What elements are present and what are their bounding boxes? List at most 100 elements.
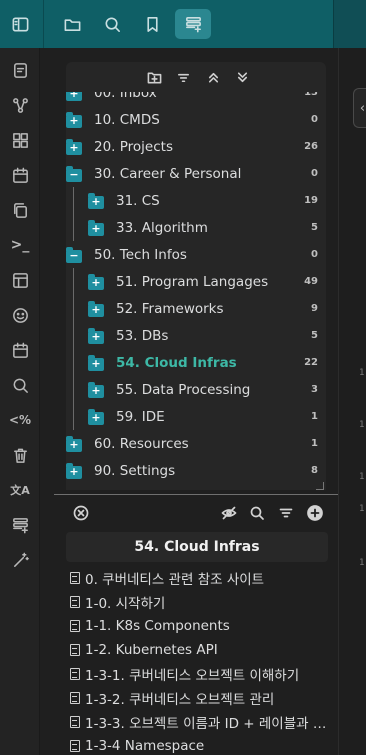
search-icon[interactable] bbox=[97, 9, 127, 39]
expand-all-icon[interactable] bbox=[203, 67, 223, 87]
file-icon bbox=[70, 595, 80, 608]
file-item[interactable]: 1-1. K8s Components bbox=[70, 614, 332, 637]
folder-row[interactable]: +10. CMDS 0 bbox=[66, 106, 326, 133]
regex-glyph: <% bbox=[8, 413, 32, 427]
file-icon bbox=[70, 691, 80, 704]
trash-icon[interactable] bbox=[8, 443, 32, 467]
dashboard-icon[interactable] bbox=[8, 128, 32, 152]
folder-row[interactable]: −50. Tech Infos 0 bbox=[66, 241, 326, 268]
new-folder-icon[interactable] bbox=[144, 67, 164, 87]
folder-open-icon[interactable]: − bbox=[66, 247, 82, 263]
folder-icon[interactable] bbox=[57, 9, 87, 39]
collapse-sidebar-button[interactable]: ‹ bbox=[353, 88, 366, 128]
calendar-alt-icon[interactable] bbox=[8, 338, 32, 362]
folder-row[interactable]: +53. DBs 5 bbox=[66, 322, 326, 349]
folder-icon[interactable]: + bbox=[66, 139, 82, 155]
folder-label: 30. Career & Personal bbox=[94, 165, 242, 182]
sidebar-toggle-icon[interactable] bbox=[5, 9, 35, 39]
folder-note-count: 5 bbox=[311, 330, 318, 341]
folder-icon[interactable]: + bbox=[88, 193, 104, 209]
file-item[interactable]: 1-3-4 Namespace bbox=[70, 734, 332, 755]
file-icon bbox=[70, 619, 80, 632]
collapse-all-icon[interactable] bbox=[232, 67, 252, 87]
folder-label: 33. Algorithm bbox=[116, 219, 208, 236]
folder-row[interactable]: +60. Resources 1 bbox=[66, 430, 326, 457]
line-number-mark: 1 bbox=[359, 420, 365, 430]
folder-note-count: 49 bbox=[304, 276, 318, 287]
emoji-icon[interactable] bbox=[8, 303, 32, 327]
file-name: 1-0. 시작하기 bbox=[85, 595, 166, 612]
folder-row[interactable]: +55. Data Processing 3 bbox=[66, 376, 326, 403]
calendar-icon[interactable] bbox=[8, 163, 32, 187]
file-icon bbox=[70, 739, 80, 752]
folder-row[interactable]: +54. Cloud Infras 22 bbox=[66, 349, 326, 376]
folder-icon[interactable]: + bbox=[88, 274, 104, 290]
clear-icon[interactable] bbox=[70, 502, 92, 524]
hide-icon[interactable] bbox=[218, 502, 240, 524]
folder-row[interactable]: −30. Career & Personal 0 bbox=[66, 160, 326, 187]
file-name: 1-3-3. 오브젝트 이름과 ID + 레이블과 셀렉터 bbox=[85, 715, 332, 732]
folder-icon[interactable]: + bbox=[66, 112, 82, 128]
pane-splitter[interactable] bbox=[54, 494, 338, 495]
file-explorer-icon[interactable] bbox=[175, 9, 211, 39]
folder-row[interactable]: +90. Settings 8 bbox=[66, 457, 326, 484]
folder-icon[interactable]: + bbox=[88, 382, 104, 398]
regex-icon[interactable]: <% bbox=[8, 408, 32, 432]
indent-guide bbox=[73, 268, 74, 430]
editor-pane-edge: ‹ 1 1 1 1 1 bbox=[338, 48, 366, 755]
folder-icon[interactable]: + bbox=[88, 220, 104, 236]
file-item[interactable]: 0. 쿠버네티스 관련 참조 사이트 bbox=[70, 566, 332, 589]
file-item[interactable]: 1-3-2. 쿠버네티스 오브젝트 관리 bbox=[70, 686, 332, 709]
side-panel: +00. Inbox 13 +10. CMDS 0 +20. Projects 26−30… bbox=[40, 48, 338, 755]
resize-grip[interactable] bbox=[316, 482, 324, 490]
folder-note-count: 3 bbox=[311, 384, 318, 395]
file-list-toolbar bbox=[66, 500, 328, 526]
folder-row[interactable]: +31. CS 19 bbox=[66, 187, 326, 214]
file-icon bbox=[70, 667, 80, 680]
folder-label: 10. CMDS bbox=[94, 111, 160, 128]
folder-icon[interactable]: + bbox=[88, 328, 104, 344]
folder-tree-resize[interactable] bbox=[66, 482, 326, 490]
folder-icon[interactable]: + bbox=[88, 355, 104, 371]
translate-icon[interactable]: 文A bbox=[8, 478, 32, 502]
folder-open-icon[interactable]: − bbox=[66, 166, 82, 182]
file-search-icon[interactable] bbox=[246, 502, 268, 524]
folder-icon[interactable]: + bbox=[66, 92, 82, 101]
folder-row[interactable]: +33. Algorithm 5 bbox=[66, 214, 326, 241]
graph-icon[interactable] bbox=[8, 93, 32, 117]
file-item[interactable]: 1-0. 시작하기 bbox=[70, 590, 332, 613]
copy-icon[interactable] bbox=[8, 198, 32, 222]
folder-row[interactable]: +59. IDE 1 bbox=[66, 403, 326, 430]
layout-icon[interactable] bbox=[8, 268, 32, 292]
file-item[interactable]: 1-3-3. 오브젝트 이름과 ID + 레이블과 셀렉터 bbox=[70, 710, 332, 733]
sort-icon[interactable] bbox=[173, 67, 193, 87]
terminal-icon[interactable]: >_ bbox=[8, 233, 32, 257]
file-item[interactable]: 1-2. Kubernetes API bbox=[70, 638, 332, 661]
magic-wand-icon[interactable] bbox=[8, 548, 32, 572]
folder-icon[interactable]: + bbox=[88, 301, 104, 317]
folder-icon[interactable]: + bbox=[66, 463, 82, 479]
ribbon-search-icon[interactable] bbox=[8, 373, 32, 397]
file-name: 1-3-1. 쿠버네티스 오브젝트 이해하기 bbox=[85, 667, 300, 684]
folder-label: 00. Inbox bbox=[94, 92, 157, 101]
folder-row[interactable]: +00. Inbox 13 bbox=[66, 92, 326, 106]
filter-icon[interactable] bbox=[275, 502, 297, 524]
top-right-tab-strip bbox=[333, 0, 366, 48]
file-name: 1-2. Kubernetes API bbox=[85, 641, 218, 658]
note-icon[interactable] bbox=[8, 58, 32, 82]
file-item[interactable]: 1-3-1. 쿠버네티스 오브젝트 이해하기 bbox=[70, 662, 332, 685]
folder-icon[interactable]: + bbox=[66, 436, 82, 452]
bookmark-icon[interactable] bbox=[137, 9, 167, 39]
folder-icon[interactable]: + bbox=[88, 409, 104, 425]
file-name: 1-3-4 Namespace bbox=[85, 737, 205, 754]
folder-label: 90. Settings bbox=[94, 462, 176, 479]
folder-row[interactable]: +20. Projects 26 bbox=[66, 133, 326, 160]
folder-row[interactable]: +51. Program Langages 49 bbox=[66, 268, 326, 295]
top-bar bbox=[0, 0, 366, 48]
templates-icon[interactable] bbox=[8, 513, 32, 537]
folder-row[interactable]: +52. Frameworks 9 bbox=[66, 295, 326, 322]
folder-note-count: 19 bbox=[304, 195, 318, 206]
folder-note-count: 8 bbox=[311, 465, 318, 476]
add-note-icon[interactable] bbox=[304, 502, 326, 524]
folder-note-count: 1 bbox=[311, 411, 318, 422]
